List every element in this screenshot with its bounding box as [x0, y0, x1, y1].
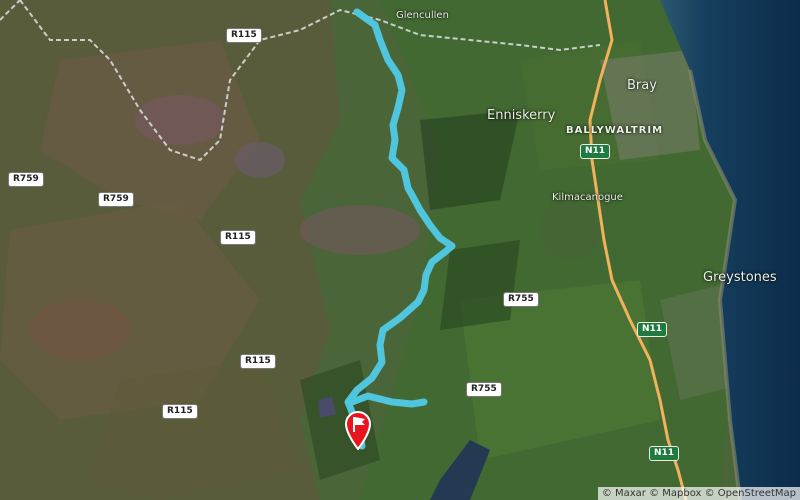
place-label-ballywaltrim: BALLYWALTRIM	[566, 125, 664, 136]
road-shield-n11: N11	[580, 144, 611, 159]
satellite-imagery	[0, 0, 800, 500]
map-canvas[interactable]: Glencullen Enniskerry Bray BALLYWALTRIM …	[0, 0, 800, 500]
flag-pin-icon[interactable]	[344, 410, 372, 451]
place-label-glencullen: Glencullen	[396, 10, 449, 21]
road-shield-r115: R115	[162, 404, 198, 419]
road-shield-r115: R115	[226, 28, 262, 43]
road-shield-r115: R115	[240, 354, 276, 369]
road-shield-n11: N11	[637, 322, 668, 337]
road-shield-r759: R759	[98, 192, 134, 207]
place-label-kilmacanogue: Kilmacanogue	[552, 192, 623, 203]
road-shield-n11: N11	[649, 446, 680, 461]
road-shield-r115: R115	[220, 230, 256, 245]
map-attribution[interactable]: © Maxar © Mapbox © OpenStreetMap	[597, 487, 800, 500]
place-label-enniskerry: Enniskerry	[487, 108, 556, 123]
place-label-greystones: Greystones	[703, 270, 777, 285]
road-shield-r759: R759	[8, 172, 44, 187]
place-label-bray: Bray	[627, 78, 657, 93]
road-shield-r755: R755	[466, 382, 502, 397]
road-shield-r755: R755	[503, 292, 539, 307]
